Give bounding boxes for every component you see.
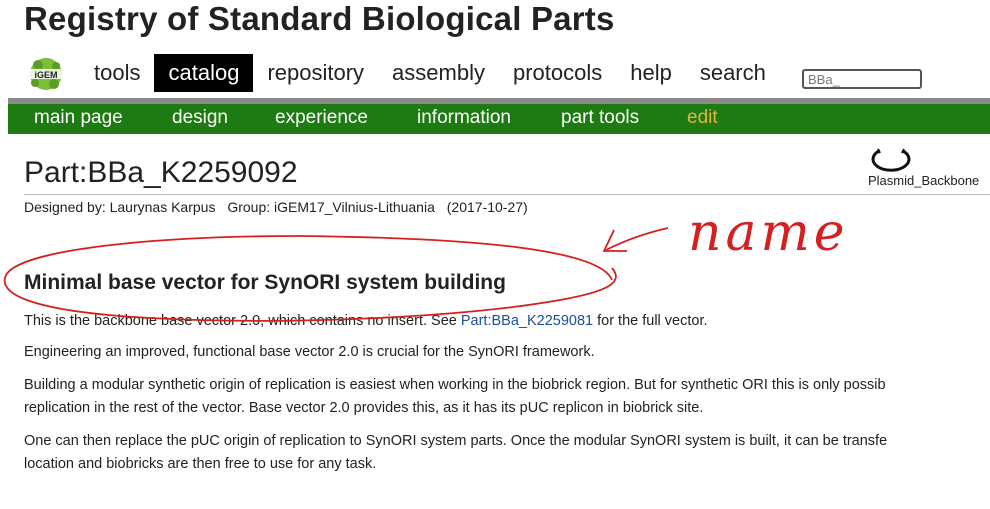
sub-navigation: main page design experience information … — [8, 104, 990, 134]
part-short-description: Minimal base vector for SynORI system bu… — [24, 271, 506, 294]
paragraph-2: Engineering an improved, functional base… — [24, 344, 595, 360]
top-navigation: tools catalog repository assembly protoc… — [80, 54, 780, 92]
annotation-arrowhead — [602, 229, 627, 252]
paragraph-3: Building a modular synthetic origin of r… — [24, 374, 886, 420]
paragraph-1-text-b: for the full vector. — [593, 313, 708, 329]
subnav-part-tools[interactable]: part tools — [561, 107, 639, 129]
paragraph-3-line-1: Building a modular synthetic origin of r… — [24, 377, 886, 393]
annotation-arrow — [605, 227, 669, 251]
paragraph-1-text-a: This is the backbone base vector 2.0, wh… — [24, 313, 461, 329]
part-meta: Designed by: Laurynas Karpus Group: iGEM… — [24, 199, 536, 215]
part-title: Part:BBa_K2259092 — [24, 156, 298, 189]
subnav-design[interactable]: design — [172, 107, 228, 129]
nav-tools[interactable]: tools — [80, 54, 154, 92]
paragraph-3-line-2: replication in the rest of the vector. B… — [24, 400, 704, 416]
part-link[interactable]: Part:BBa_K2259081 — [461, 313, 593, 329]
nav-catalog[interactable]: catalog — [154, 54, 254, 92]
site-title: Registry of Standard Biological Parts — [24, 0, 615, 37]
annotation-text: name — [688, 203, 849, 263]
title-divider — [24, 194, 990, 195]
subnav-experience[interactable]: experience — [275, 107, 368, 129]
subnav-information[interactable]: information — [417, 107, 511, 129]
subnav-main-page[interactable]: main page — [34, 107, 123, 129]
nav-assembly[interactable]: assembly — [378, 54, 499, 92]
nav-search[interactable]: search — [686, 54, 780, 92]
paragraph-4-line-1: One can then replace the pUC origin of r… — [24, 433, 888, 449]
igem-logo[interactable]: iGEM — [24, 55, 68, 93]
nav-repository[interactable]: repository — [253, 54, 378, 92]
group-name: Group: iGEM17_Vilnius-Lithuania — [227, 199, 435, 215]
subnav-edit[interactable]: edit — [687, 107, 718, 129]
paragraph-1: This is the backbone base vector 2.0, wh… — [24, 310, 708, 333]
logo-text: iGEM — [34, 70, 57, 80]
designed-by: Designed by: Laurynas Karpus — [24, 199, 216, 215]
paragraph-4: One can then replace the pUC origin of r… — [24, 430, 887, 476]
part-date: (2017-10-27) — [446, 199, 528, 215]
plasmid-backbone-icon[interactable] — [869, 145, 913, 175]
search-input[interactable] — [802, 69, 922, 89]
nav-help[interactable]: help — [616, 54, 686, 92]
plasmid-backbone-label[interactable]: Plasmid_Backbone — [868, 173, 979, 188]
nav-protocols[interactable]: protocols — [499, 54, 616, 92]
paragraph-4-line-2: location and biobricks are then free to … — [24, 456, 377, 472]
